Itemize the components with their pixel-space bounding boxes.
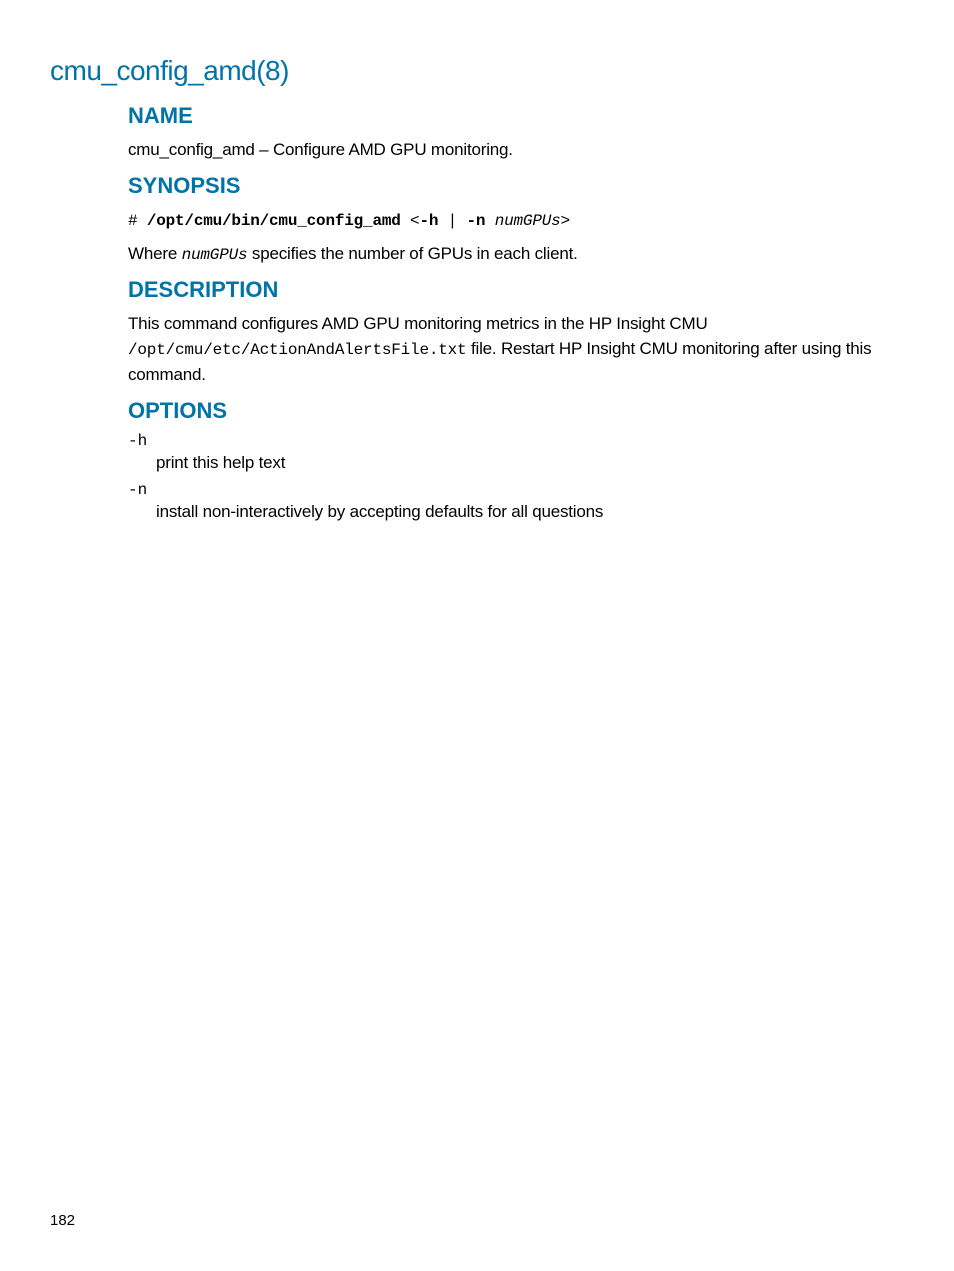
name-text: cmu_config_amd – Configure AMD GPU monit… xyxy=(128,137,904,163)
synopsis-where-text: Where numGPUs specifies the number of GP… xyxy=(128,241,904,267)
section-heading-synopsis: SYNOPSIS xyxy=(128,173,904,199)
arg-bracket-close: > xyxy=(561,212,570,230)
section-heading-description: DESCRIPTION xyxy=(128,277,904,303)
option-description: install non-interactively by accepting d… xyxy=(156,499,904,525)
prompt-symbol: # xyxy=(128,212,147,230)
desc-text-1: This command configures AMD GPU monitori… xyxy=(128,314,708,333)
page-title: cmu_config_amd(8) xyxy=(50,55,904,87)
option-flag: -n xyxy=(128,481,904,499)
page-number: 182 xyxy=(50,1212,75,1229)
where-param: numGPUs xyxy=(182,246,248,264)
desc-path: /opt/cmu/etc/ActionAndAlertsFile.txt xyxy=(128,341,466,359)
option-description: print this help text xyxy=(156,450,904,476)
arg-bracket-open: < xyxy=(401,212,420,230)
flag-n: -n xyxy=(467,212,486,230)
option-flag: -h xyxy=(128,432,904,450)
description-text: This command configures AMD GPU monitori… xyxy=(128,311,904,388)
where-suffix: specifies the number of GPUs in each cli… xyxy=(247,244,577,263)
pipe-separator: | xyxy=(438,212,466,230)
space xyxy=(485,212,494,230)
flag-h: -h xyxy=(419,212,438,230)
section-heading-name: NAME xyxy=(128,103,904,129)
synopsis-command-line: # /opt/cmu/bin/cmu_config_amd <-h | -n n… xyxy=(128,207,904,233)
content-area: NAME cmu_config_amd – Configure AMD GPU … xyxy=(128,103,904,525)
section-heading-options: OPTIONS xyxy=(128,398,904,424)
command-path: /opt/cmu/bin/cmu_config_amd xyxy=(147,212,401,230)
param-numgpus: numGPUs xyxy=(495,212,561,230)
where-prefix: Where xyxy=(128,244,182,263)
